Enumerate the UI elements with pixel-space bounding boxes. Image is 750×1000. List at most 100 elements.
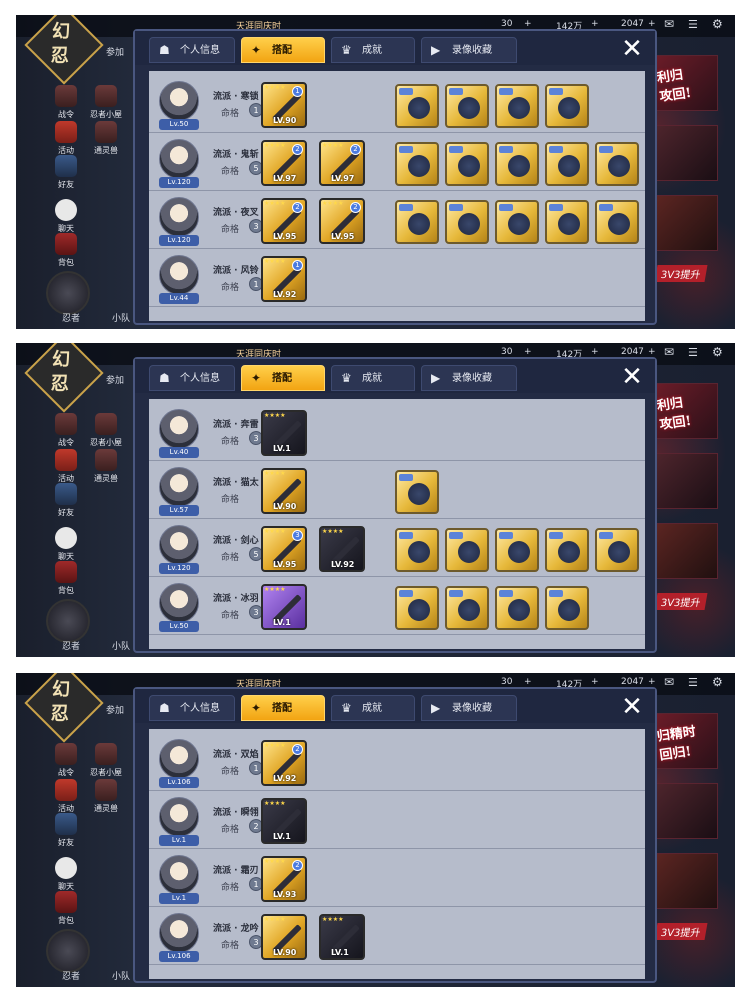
treasure-slot[interactable] xyxy=(395,586,439,630)
treasure-slot[interactable] xyxy=(595,142,639,186)
sidebar-item-battle-pass[interactable]: 战令 xyxy=(46,413,86,448)
pvp-banner[interactable]: 3V3提升 xyxy=(654,593,708,610)
menu-icon[interactable]: ☰ xyxy=(688,346,698,359)
hero-avatar[interactable] xyxy=(159,797,199,837)
hero-avatar[interactable] xyxy=(159,197,199,237)
tab-3[interactable]: ▶ 录像收藏 xyxy=(421,37,517,63)
hero-avatar[interactable] xyxy=(159,739,199,779)
sidebar-item-event[interactable]: 活动 xyxy=(46,449,86,484)
weapon-slot[interactable]: ★★★★ 1 LV.92 xyxy=(261,256,307,302)
sidebar-item-spirit-beast[interactable]: 通灵兽 xyxy=(86,121,126,156)
treasure-slot[interactable] xyxy=(445,200,489,244)
resource-a-plus[interactable]: + xyxy=(524,347,532,357)
sidebar-item-ninja-house[interactable]: 忍者小屋 xyxy=(86,85,126,120)
hero-avatar[interactable] xyxy=(159,81,199,121)
team-label[interactable]: 小队 xyxy=(112,639,130,652)
team-label[interactable]: 小队 xyxy=(112,311,130,324)
ninja-label[interactable]: 忍者 xyxy=(62,969,80,982)
mail-icon[interactable]: ✉ xyxy=(664,675,674,689)
hero-avatar[interactable] xyxy=(159,583,199,623)
weapon-slot[interactable]: ★★★★ LV.1 xyxy=(261,584,307,630)
hero-avatar[interactable] xyxy=(159,409,199,449)
sidebar-item-spirit-beast[interactable]: 通灵兽 xyxy=(86,779,126,814)
close-button[interactable]: ✕ xyxy=(619,36,645,62)
treasure-slot[interactable] xyxy=(545,586,589,630)
gear-icon[interactable]: ⚙ xyxy=(712,675,723,689)
sidebar-item-friends[interactable]: 好友 xyxy=(46,483,86,518)
menu-icon[interactable]: ☰ xyxy=(688,676,698,689)
hero-row[interactable]: Lv.1 流派 · 瞬翎 命格 2 ★★★★ LV.1 xyxy=(149,793,645,849)
treasure-slot[interactable] xyxy=(395,528,439,572)
weapon-slot[interactable]: ★★★★ LV.1 xyxy=(261,798,307,844)
treasure-slot[interactable] xyxy=(595,528,639,572)
weapon-slot[interactable]: ★★★★ 2 LV.95 xyxy=(261,198,307,244)
sidebar-item-ninja-house[interactable]: 忍者小屋 xyxy=(86,413,126,448)
treasure-slot[interactable] xyxy=(445,84,489,128)
hero-avatar[interactable] xyxy=(159,913,199,953)
close-button[interactable]: ✕ xyxy=(619,364,645,390)
hero-row[interactable]: Lv.57 流派 · 猫太 命格 ★★★★ LV.90 xyxy=(149,463,645,519)
player-avatar[interactable] xyxy=(46,599,90,643)
hero-avatar[interactable] xyxy=(159,525,199,565)
hero-row[interactable]: Lv.40 流派 · 奔雷 命格 3 ★★★★ LV.1 xyxy=(149,405,645,461)
tab-2[interactable]: ♛ 成就 xyxy=(331,37,415,63)
weapon-slot[interactable]: ★★★★ 3 LV.95 xyxy=(261,526,307,572)
weapon-slot[interactable]: ★★★★ LV.90 xyxy=(261,468,307,514)
hero-avatar[interactable] xyxy=(159,255,199,295)
ninja-label[interactable]: 忍者 xyxy=(62,311,80,324)
hero-avatar[interactable] xyxy=(159,855,199,895)
weapon-slot[interactable]: ★★★★ 2 LV.95 xyxy=(319,198,365,244)
sidebar-item-battle-pass[interactable]: 战令 xyxy=(46,743,86,778)
resource-b-plus[interactable]: + xyxy=(591,347,599,357)
weapon-slot[interactable]: ★★★★ 2 LV.97 xyxy=(261,140,307,186)
hero-avatar[interactable] xyxy=(159,139,199,179)
treasure-slot[interactable] xyxy=(395,200,439,244)
hero-row[interactable]: Lv.106 流派 · 双焰 命格 1 ★★★★ 2 LV.92 xyxy=(149,735,645,791)
hero-loadout-list[interactable]: Lv.40 流派 · 奔雷 命格 3 ★★★★ LV.1 Lv.57 流派 · 猫太 命格 ★★★… xyxy=(149,399,645,649)
sidebar-item-chat[interactable]: 聊天 xyxy=(46,199,86,234)
treasure-slot[interactable] xyxy=(395,470,439,514)
treasure-slot[interactable] xyxy=(495,528,539,572)
pvp-banner[interactable]: 3V3提升 xyxy=(654,923,708,940)
tab-1[interactable]: ✦ 搭配 xyxy=(241,37,325,63)
weapon-slot[interactable]: ★★★★ LV.92 xyxy=(319,526,365,572)
resource-b-plus[interactable]: + xyxy=(591,677,599,687)
weapon-slot[interactable]: ★★★★ 2 LV.93 xyxy=(261,856,307,902)
hero-row[interactable]: Lv.120 流派 · 鬼斩 命格 5 ★★★★ 2 LV.97 ★★★★ 2 LV.97 xyxy=(149,135,645,191)
resource-c-plus[interactable]: + xyxy=(648,677,656,687)
mail-icon[interactable]: ✉ xyxy=(664,17,674,31)
sidebar-item-spirit-beast[interactable]: 通灵兽 xyxy=(86,449,126,484)
sidebar-item-battle-pass[interactable]: 战令 xyxy=(46,85,86,120)
resource-c-plus[interactable]: + xyxy=(648,19,656,29)
weapon-slot[interactable]: ★★★★ 2 LV.92 xyxy=(261,740,307,786)
sidebar-item-ninja-house[interactable]: 忍者小屋 xyxy=(86,743,126,778)
sidebar-item-chat[interactable]: 聊天 xyxy=(46,527,86,562)
team-label[interactable]: 小队 xyxy=(112,969,130,982)
weapon-slot[interactable]: ★★★★ LV.1 xyxy=(319,914,365,960)
treasure-slot[interactable] xyxy=(545,200,589,244)
hero-avatar[interactable] xyxy=(159,467,199,507)
treasure-slot[interactable] xyxy=(445,528,489,572)
sidebar-item-friends[interactable]: 好友 xyxy=(46,813,86,848)
treasure-slot[interactable] xyxy=(495,200,539,244)
hero-row[interactable]: Lv.120 流派 · 剑心 命格 5 ★★★★ 3 LV.95 ★★★★ LV.92 xyxy=(149,521,645,577)
sidebar-item-bag[interactable]: 背包 xyxy=(46,891,86,926)
sidebar-item-friends[interactable]: 好友 xyxy=(46,155,86,190)
resource-a-plus[interactable]: + xyxy=(524,19,532,29)
treasure-slot[interactable] xyxy=(495,586,539,630)
mail-icon[interactable]: ✉ xyxy=(664,345,674,359)
pvp-banner[interactable]: 3V3提升 xyxy=(654,265,708,282)
sidebar-item-event[interactable]: 活动 xyxy=(46,121,86,156)
menu-icon[interactable]: ☰ xyxy=(688,18,698,31)
ninja-label[interactable]: 忍者 xyxy=(62,639,80,652)
treasure-slot[interactable] xyxy=(445,586,489,630)
treasure-slot[interactable] xyxy=(495,84,539,128)
tab-2[interactable]: ♛ 成就 xyxy=(331,365,415,391)
player-avatar[interactable] xyxy=(46,929,90,973)
hero-row[interactable]: Lv.50 流派 · 冰羽 命格 3 ★★★★ LV.1 xyxy=(149,579,645,635)
sidebar-item-event[interactable]: 活动 xyxy=(46,779,86,814)
hero-row[interactable]: Lv.120 流派 · 夜叉 命格 3 ★★★★ 2 LV.95 ★★★★ 2 LV.95 xyxy=(149,193,645,249)
tab-3[interactable]: ▶ 录像收藏 xyxy=(421,695,517,721)
treasure-slot[interactable] xyxy=(545,528,589,572)
tab-0[interactable]: ☗ 个人信息 xyxy=(149,365,235,391)
